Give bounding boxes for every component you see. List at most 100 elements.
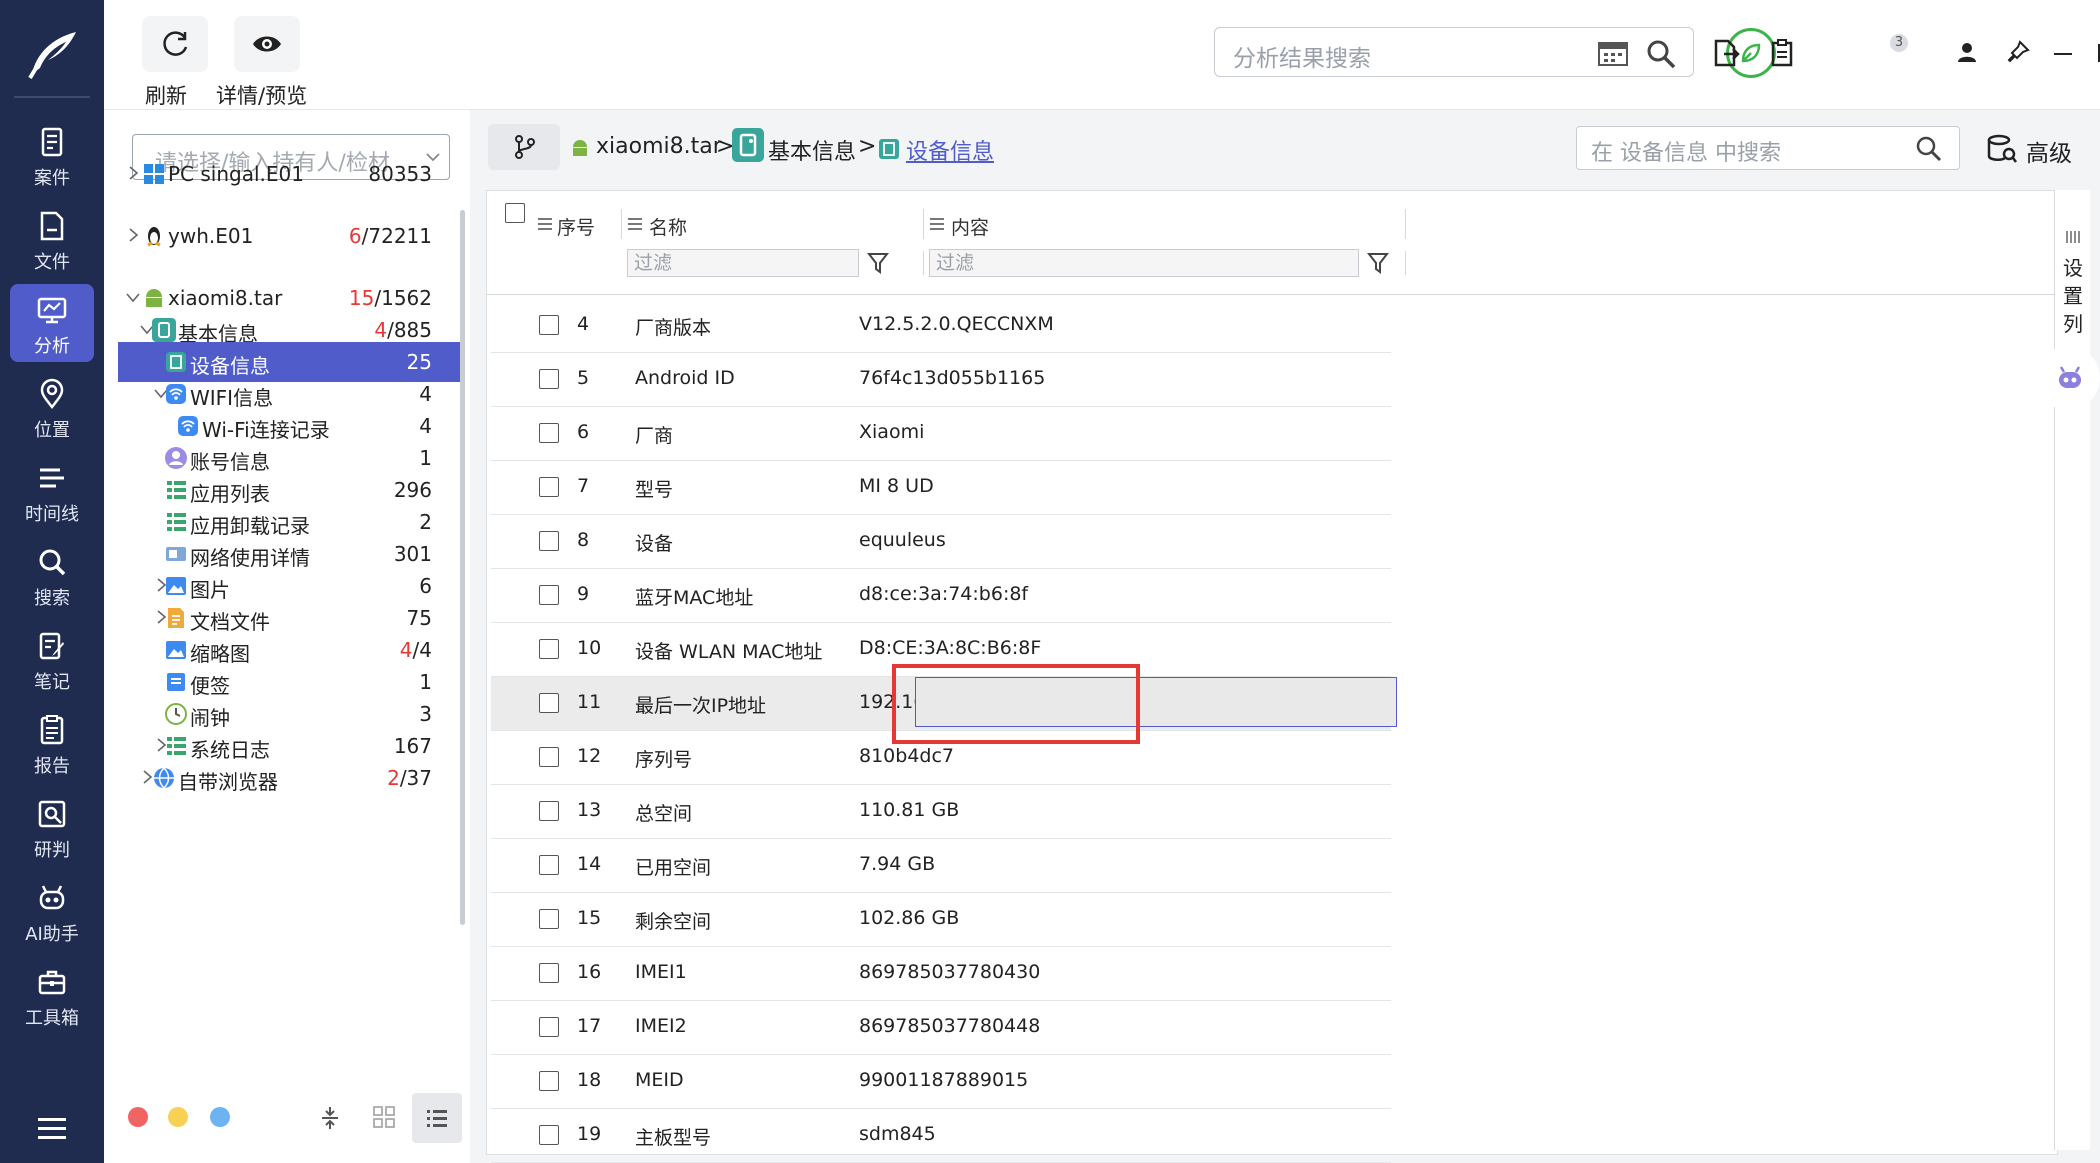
column-menu-icon[interactable] [537, 217, 553, 231]
red-tag-dot[interactable] [128, 1107, 148, 1127]
row-checkbox[interactable] [539, 315, 559, 335]
column-menu-icon[interactable] [627, 217, 643, 231]
advanced-search-button[interactable]: 高级 [1986, 128, 2096, 168]
row-content[interactable]: 102.86 GB [859, 907, 959, 929]
row-checkbox[interactable] [539, 1071, 559, 1091]
nav-item-judge[interactable]: 研判 [10, 788, 94, 866]
chevron-down-icon[interactable] [126, 290, 140, 304]
row-checkbox[interactable] [539, 963, 559, 983]
table-row[interactable]: 8 设备 equuleus [491, 515, 1391, 569]
column-menu-icon[interactable] [929, 217, 945, 231]
row-checkbox[interactable] [539, 639, 559, 659]
table-row[interactable]: 7 型号 MI 8 UD [491, 461, 1391, 515]
calendar-icon[interactable] [1597, 38, 1629, 68]
header-content[interactable]: 内容 [951, 213, 989, 240]
row-checkbox[interactable] [539, 423, 559, 443]
header-index[interactable]: 序号 [557, 213, 595, 240]
row-content[interactable]: d8:ce:3a:74:b6:8f [859, 583, 1028, 605]
row-checkbox[interactable] [539, 693, 559, 713]
nav-item-ai-robot[interactable]: AI助手 [10, 872, 94, 950]
row-checkbox[interactable] [539, 855, 559, 875]
menu-icon[interactable] [36, 1116, 68, 1142]
yellow-tag-dot[interactable] [168, 1107, 188, 1127]
row-checkbox[interactable] [539, 369, 559, 389]
table-row[interactable]: 6 厂商 Xiaomi [491, 407, 1391, 461]
content-filter-input[interactable]: 过滤 [929, 249, 1359, 277]
column-settings-panel[interactable]: 设置列 [2054, 190, 2090, 1150]
nav-item-case[interactable]: 案件 [10, 116, 94, 194]
details-preview-button[interactable] [234, 16, 300, 72]
table-row[interactable]: 4 厂商版本 V12.5.2.0.QECCNXM [491, 299, 1391, 353]
row-content[interactable]: 810b4dc7 [859, 745, 954, 767]
search-icon[interactable] [1645, 38, 1677, 70]
column-separator[interactable] [621, 209, 622, 239]
grid-view-icon[interactable] [372, 1105, 396, 1129]
row-content[interactable]: 110.81 GB [859, 799, 959, 821]
row-content[interactable]: sdm845 [859, 1123, 936, 1145]
filter-icon[interactable] [1367, 251, 1389, 275]
row-content[interactable]: 869785037780430 [859, 961, 1040, 983]
select-all-checkbox[interactable] [505, 203, 525, 223]
nav-item-report[interactable]: 报告 [10, 704, 94, 782]
table-row[interactable]: 13 总空间 110.81 GB [491, 785, 1391, 839]
task-list-icon[interactable] [1768, 38, 1798, 68]
nav-item-toolbox[interactable]: 工具箱 [10, 956, 94, 1034]
row-checkbox[interactable] [539, 801, 559, 821]
row-checkbox[interactable] [539, 909, 559, 929]
result-search-input[interactable]: 分析结果搜索 [1214, 27, 1694, 77]
column-separator[interactable] [923, 209, 924, 239]
table-search-input[interactable]: 在 设备信息 中搜索 [1576, 126, 1960, 170]
row-content[interactable]: 7.94 GB [859, 853, 935, 875]
nav-item-search[interactable]: 搜索 [10, 536, 94, 614]
chevron-right-icon[interactable] [126, 166, 140, 180]
table-row[interactable]: 18 MEID 99001187889015 [491, 1055, 1391, 1109]
row-content[interactable]: 869785037780448 [859, 1015, 1040, 1037]
table-row[interactable]: 19 主板型号 sdm845 [491, 1109, 1391, 1163]
filter-icon[interactable] [867, 251, 889, 275]
minimize-icon[interactable] [2048, 38, 2078, 68]
nav-item-timeline[interactable]: 时间线 [10, 452, 94, 530]
maximize-icon[interactable] [2092, 38, 2100, 68]
tree-scrollbar[interactable] [460, 210, 465, 925]
table-row[interactable]: 9 蓝牙MAC地址 d8:ce:3a:74:b6:8f [491, 569, 1391, 623]
branch-button[interactable] [488, 124, 560, 170]
row-content[interactable]: equuleus [859, 529, 946, 551]
table-row[interactable]: 5 Android ID 76f4c13d055b1165 [491, 353, 1391, 407]
header-name[interactable]: 名称 [649, 213, 687, 240]
row-checkbox[interactable] [539, 747, 559, 767]
row-content[interactable]: MI 8 UD [859, 475, 934, 497]
row-content[interactable]: V12.5.2.0.QECCNXM [859, 313, 1054, 335]
nav-item-notes[interactable]: 笔记 [10, 620, 94, 698]
ai-assistant-button[interactable] [2036, 346, 2100, 410]
list-view-button[interactable] [412, 1093, 462, 1143]
row-checkbox[interactable] [539, 477, 559, 497]
refresh-button[interactable] [142, 16, 208, 72]
table-row[interactable]: 16 IMEI1 869785037780430 [491, 947, 1391, 1001]
chevron-right-icon[interactable] [126, 228, 140, 242]
row-content[interactable]: D8:CE:3A:8C:B6:8F [859, 637, 1041, 659]
export-icon[interactable] [1710, 38, 1740, 68]
row-checkbox[interactable] [539, 585, 559, 605]
pin-icon[interactable] [2002, 38, 2032, 68]
row-checkbox[interactable] [539, 531, 559, 551]
search-icon[interactable] [1915, 135, 1943, 163]
breadcrumb-root[interactable]: xiaomi8.tar [596, 134, 722, 159]
row-checkbox[interactable] [539, 1017, 559, 1037]
nav-item-file[interactable]: 文件 [10, 200, 94, 278]
nav-item-location[interactable]: 位置 [10, 368, 94, 446]
column-separator[interactable] [1405, 209, 1406, 239]
user-icon[interactable] [1952, 38, 1982, 68]
breadcrumb-current[interactable]: 设备信息 [906, 134, 994, 166]
breadcrumb-basic-info[interactable]: 基本信息 [768, 134, 856, 166]
name-filter-input[interactable]: 过滤 [627, 249, 859, 277]
blue-tag-dot[interactable] [210, 1107, 230, 1127]
table-row[interactable]: 15 剩余空间 102.86 GB [491, 893, 1391, 947]
row-content[interactable]: 99001187889015 [859, 1069, 1028, 1091]
row-checkbox[interactable] [539, 1125, 559, 1145]
row-content[interactable]: Xiaomi [859, 421, 924, 443]
table-row[interactable]: 14 已用空间 7.94 GB [491, 839, 1391, 893]
table-row[interactable]: 17 IMEI2 869785037780448 [491, 1001, 1391, 1055]
collapse-all-icon[interactable] [318, 1105, 342, 1131]
nav-item-analysis[interactable]: 分析 [10, 284, 94, 362]
row-content[interactable]: 76f4c13d055b1165 [859, 367, 1045, 389]
